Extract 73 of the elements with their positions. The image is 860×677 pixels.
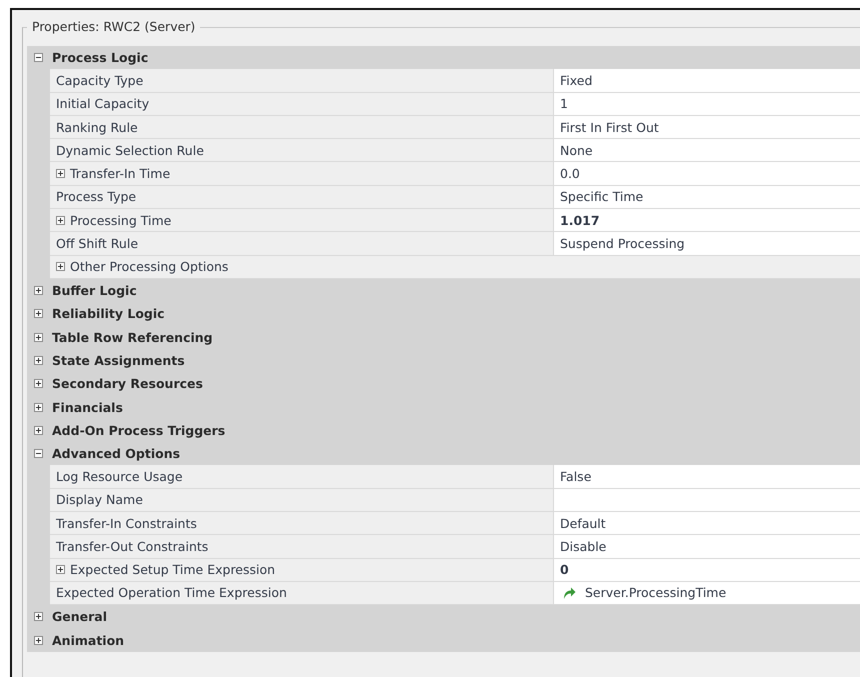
category-label: Advanced Options: [51, 446, 180, 462]
property-name[interactable]: Processing Time: [50, 209, 554, 232]
property-value[interactable]: 1.017: [554, 209, 860, 232]
property-name[interactable]: Transfer-In Constraints: [50, 512, 554, 536]
expand-icon[interactable]: [56, 565, 65, 574]
property-label: Expected Setup Time Expression: [70, 562, 276, 578]
property-value[interactable]: Specific Time: [554, 186, 860, 210]
value-text: Default: [560, 516, 606, 531]
category-label: State Assignments: [51, 353, 185, 368]
property-label: Display Name: [56, 492, 143, 508]
value-text: 0: [560, 562, 569, 578]
property-name[interactable]: Log Resource Usage: [50, 465, 554, 489]
property-value[interactable]: First In First Out: [554, 116, 860, 140]
value-text: Fixed: [560, 72, 592, 88]
category-label: Financials: [51, 400, 123, 415]
property-value[interactable]: 1: [554, 92, 860, 116]
property-name[interactable]: Transfer-Out Constraints: [50, 535, 554, 559]
property-label: Ranking Rule: [56, 120, 138, 135]
property-label: Dynamic Selection Rule: [56, 142, 204, 158]
value-text: Disable: [560, 538, 606, 554]
category-label: Buffer Logic: [51, 283, 137, 298]
category-label: General: [51, 609, 107, 624]
category-label: Table Row Referencing: [51, 330, 213, 345]
value-text: None: [560, 142, 593, 158]
panel-title: Properties: RWC2 (Server): [27, 19, 200, 35]
property-name[interactable]: Process Type: [50, 186, 554, 210]
category-label: Reliability Logic: [51, 306, 165, 322]
property-name[interactable]: Dynamic Selection Rule: [50, 139, 554, 162]
category-label: Secondary Resources: [51, 376, 203, 392]
curved-arrow-icon: [562, 586, 576, 600]
property-label: Transfer-Out Constraints: [56, 538, 208, 554]
property-label: Log Resource Usage: [56, 468, 183, 484]
property-value[interactable]: Disable: [554, 535, 860, 559]
property-label: Transfer-In Constraints: [56, 516, 197, 531]
property-value[interactable]: 0: [554, 558, 860, 582]
value-text: 1.017: [560, 212, 600, 228]
property-name[interactable]: Initial Capacity: [50, 92, 554, 116]
value-text: Server.ProcessingTime: [585, 585, 726, 600]
property-name[interactable]: Display Name: [50, 488, 554, 512]
value-text: 0.0: [560, 166, 580, 182]
property-value[interactable]: Suspend Processing: [554, 232, 860, 256]
property-name[interactable]: Expected Setup Time Expression: [50, 558, 554, 582]
property-name[interactable]: Capacity Type: [50, 69, 554, 93]
property-name[interactable]: Ranking Rule: [50, 116, 554, 140]
property-value[interactable]: False: [554, 465, 860, 489]
expand-icon[interactable]: [56, 169, 65, 178]
property-label: Capacity Type: [56, 72, 144, 88]
value-text: Suspend Processing: [560, 236, 685, 252]
property-value[interactable]: None: [554, 139, 860, 162]
category-label: Add-On Process Triggers: [51, 422, 226, 438]
property-value[interactable]: 0.0: [554, 162, 860, 186]
property-value[interactable]: Default: [554, 512, 860, 536]
property-name[interactable]: Transfer-In Time: [50, 162, 554, 186]
property-label: Process Type: [56, 189, 136, 204]
property-label: Initial Capacity: [56, 96, 150, 112]
category-label: Process Logic: [51, 50, 148, 66]
category-label: Animation: [51, 632, 124, 648]
value-text: First In First Out: [560, 120, 659, 135]
expand-icon[interactable]: [56, 262, 65, 272]
expand-icon[interactable]: [56, 216, 65, 225]
property-name[interactable]: Off Shift Rule: [50, 232, 554, 256]
property-value[interactable]: Server.ProcessingTime: [554, 582, 860, 606]
property-label: Other Processing Options: [70, 259, 228, 274]
property-label: Off Shift Rule: [56, 236, 138, 252]
property-label: Transfer-In Time: [70, 166, 170, 182]
property-label: Processing Time: [70, 212, 172, 228]
value-text: Specific Time: [560, 189, 644, 204]
property-name[interactable]: Expected Operation Time Expression: [50, 582, 554, 606]
value-text: 1: [560, 96, 568, 112]
value-text: False: [560, 468, 592, 484]
property-value[interactable]: Fixed: [554, 69, 860, 93]
property-name[interactable]: Other Processing Options: [50, 256, 860, 279]
property-label: Expected Operation Time Expression: [56, 585, 287, 600]
